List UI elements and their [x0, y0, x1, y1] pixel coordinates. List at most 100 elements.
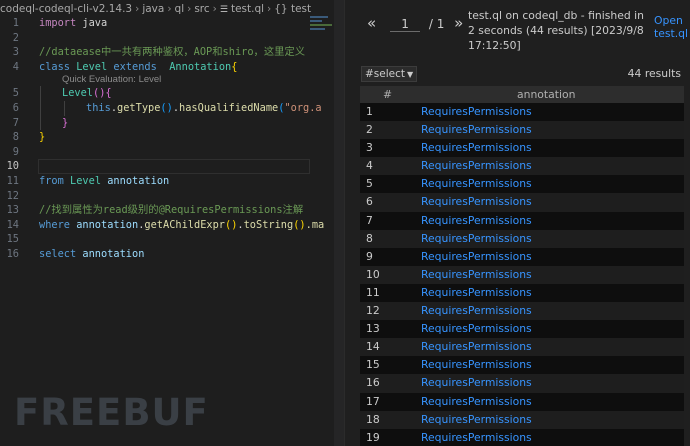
row-index: 10: [366, 267, 380, 281]
table-row[interactable]: 4 RequiresPermissions: [360, 157, 684, 176]
chevron-right-icon: ›: [167, 3, 172, 15]
row-index: 19: [366, 430, 380, 444]
code-line-5[interactable]: 5 Level(){: [0, 86, 310, 101]
table-row[interactable]: 5 RequiresPermissions: [360, 175, 684, 194]
code-line-12[interactable]: 12: [0, 189, 310, 204]
code-line-3[interactable]: 3 //dataease中一共有两种鉴权，AOP和shiro，这里定义: [0, 45, 310, 60]
bracket: (): [225, 218, 238, 231]
column-header-annotation[interactable]: annotation: [517, 86, 575, 103]
keyword: extends: [113, 60, 157, 73]
table-row[interactable]: 13 RequiresPermissions: [360, 320, 684, 339]
annotation-link[interactable]: RequiresPermissions: [421, 429, 532, 446]
indent-guide: [64, 100, 65, 116]
code-line-16[interactable]: 16 select annotation: [0, 247, 310, 262]
quick-evaluation-codelens[interactable]: Quick Evaluation: Level: [0, 74, 310, 86]
table-row[interactable]: 6 RequiresPermissions: [360, 193, 684, 212]
indent-guide: [40, 115, 41, 131]
table-row[interactable]: 10 RequiresPermissions: [360, 265, 684, 284]
line-number: 16: [6, 247, 19, 260]
table-row[interactable]: 19 RequiresPermissions: [360, 428, 684, 446]
code-line-4[interactable]: 4 class Level extends Annotation{: [0, 60, 310, 75]
indent-guide: [40, 86, 41, 101]
keyword: where: [39, 218, 70, 231]
annotation-link[interactable]: RequiresPermissions: [421, 103, 532, 121]
result-set-select[interactable]: #select ▼: [361, 66, 418, 82]
table-row[interactable]: 12 RequiresPermissions: [360, 302, 684, 321]
keyword: import: [39, 17, 77, 29]
code-line-11[interactable]: 11 from Level annotation: [0, 174, 310, 189]
breadcrumb-symbol[interactable]: {} test: [274, 3, 311, 15]
annotation-link[interactable]: RequiresPermissions: [421, 393, 532, 411]
open-query-link[interactable]: Open test.ql: [654, 14, 690, 40]
row-index: 6: [366, 195, 373, 209]
code-line-6[interactable]: 6 this.getType().hasQualifiedName("org.a: [0, 100, 322, 116]
breadcrumb-src[interactable]: src: [194, 3, 209, 15]
code-line-15[interactable]: 15: [0, 232, 310, 247]
code-line-1[interactable]: 1 import java: [0, 16, 310, 31]
annotation-link[interactable]: RequiresPermissions: [421, 338, 532, 356]
code-line-9[interactable]: 9: [0, 145, 310, 160]
next-page-button[interactable]: »: [454, 14, 463, 32]
line-number: 4: [12, 60, 19, 73]
chevron-down-icon: ▼: [407, 70, 414, 79]
bracket: }: [62, 116, 69, 129]
table-row[interactable]: 16 RequiresPermissions: [360, 374, 684, 393]
chevron-right-icon: ›: [267, 3, 272, 15]
annotation-link[interactable]: RequiresPermissions: [421, 121, 532, 139]
page-total: / 1: [428, 17, 445, 31]
annotation-link[interactable]: RequiresPermissions: [421, 248, 532, 266]
annotation-link[interactable]: RequiresPermissions: [421, 230, 532, 248]
annotation-link[interactable]: RequiresPermissions: [421, 266, 532, 284]
code-line-2[interactable]: 2: [0, 31, 310, 46]
row-index: 13: [366, 322, 380, 336]
annotation-link[interactable]: RequiresPermissions: [421, 193, 532, 211]
code-editor[interactable]: codeql-codeql-cli-v2.14.3 › java › ql › src › ☰ t…: [0, 0, 344, 446]
breadcrumb-root[interactable]: codeql-codeql-cli-v2.14.3: [0, 3, 132, 15]
code-line-10[interactable]: 10: [0, 159, 310, 174]
code-line-7[interactable]: 7}: [0, 115, 310, 131]
annotation-link[interactable]: RequiresPermissions: [421, 320, 532, 338]
code-comment: //dataease中一共有两种鉴权，AOP和shiro，这里定义: [39, 46, 306, 59]
code-line-13[interactable]: 13 //找到属性为read级别的@RequiresPermissions注解: [0, 203, 310, 218]
minimap-line: [310, 16, 328, 18]
table-row[interactable]: 14 RequiresPermissions: [360, 338, 684, 357]
previous-page-button[interactable]: «: [367, 14, 376, 32]
annotation-link[interactable]: RequiresPermissions: [421, 374, 532, 392]
minimap[interactable]: [310, 14, 334, 44]
annotation-link[interactable]: RequiresPermissions: [421, 302, 532, 320]
table-row[interactable]: 15 RequiresPermissions: [360, 356, 684, 375]
breadcrumb-ql[interactable]: ql: [175, 3, 185, 15]
query-results-panel: « 1 / 1 » test.ql on codeql_db - finishe…: [344, 0, 690, 446]
annotation-link[interactable]: RequiresPermissions: [421, 175, 532, 193]
line-number: 3: [12, 46, 19, 59]
annotation-link[interactable]: RequiresPermissions: [421, 411, 532, 429]
breadcrumb-java[interactable]: java: [142, 3, 164, 15]
code-line-8[interactable]: 8}: [0, 130, 310, 145]
column-header-index[interactable]: #: [383, 86, 392, 103]
annotation-link[interactable]: RequiresPermissions: [421, 356, 532, 374]
annotation-link[interactable]: RequiresPermissions: [421, 139, 532, 157]
breadcrumb-file[interactable]: test.ql: [231, 3, 264, 15]
table-row[interactable]: 17 RequiresPermissions: [360, 392, 684, 411]
table-row[interactable]: 18 RequiresPermissions: [360, 410, 684, 429]
code-line-14[interactable]: 14 where annotation.getAChildExpr().toStr…: [0, 218, 325, 233]
annotation-link[interactable]: RequiresPermissions: [421, 157, 532, 175]
function-name: .ma: [305, 218, 325, 231]
editor-scrollbar[interactable]: [334, 0, 344, 446]
row-index: 4: [366, 159, 373, 173]
code-area[interactable]: 1 import java 2 3 //dataease中一共有两种鉴权，AOP和s…: [0, 16, 325, 262]
keyword: from: [39, 174, 64, 187]
line-number: 5: [12, 87, 19, 100]
table-row[interactable]: 9 RequiresPermissions: [360, 247, 684, 266]
page-number-input[interactable]: 1: [390, 17, 421, 32]
variable-name: annotation: [76, 218, 139, 231]
table-row[interactable]: 3 RequiresPermissions: [360, 139, 684, 158]
table-row[interactable]: 2 RequiresPermissions: [360, 121, 684, 140]
table-row[interactable]: 8 RequiresPermissions: [360, 229, 684, 248]
table-row[interactable]: 7 RequiresPermissions: [360, 211, 684, 230]
annotation-link[interactable]: RequiresPermissions: [421, 212, 532, 230]
table-row[interactable]: 11 RequiresPermissions: [360, 283, 684, 303]
annotation-link[interactable]: RequiresPermissions: [421, 284, 532, 302]
pagination: « 1 / 1 »: [367, 14, 463, 32]
table-row[interactable]: 1 RequiresPermissions: [360, 103, 684, 122]
